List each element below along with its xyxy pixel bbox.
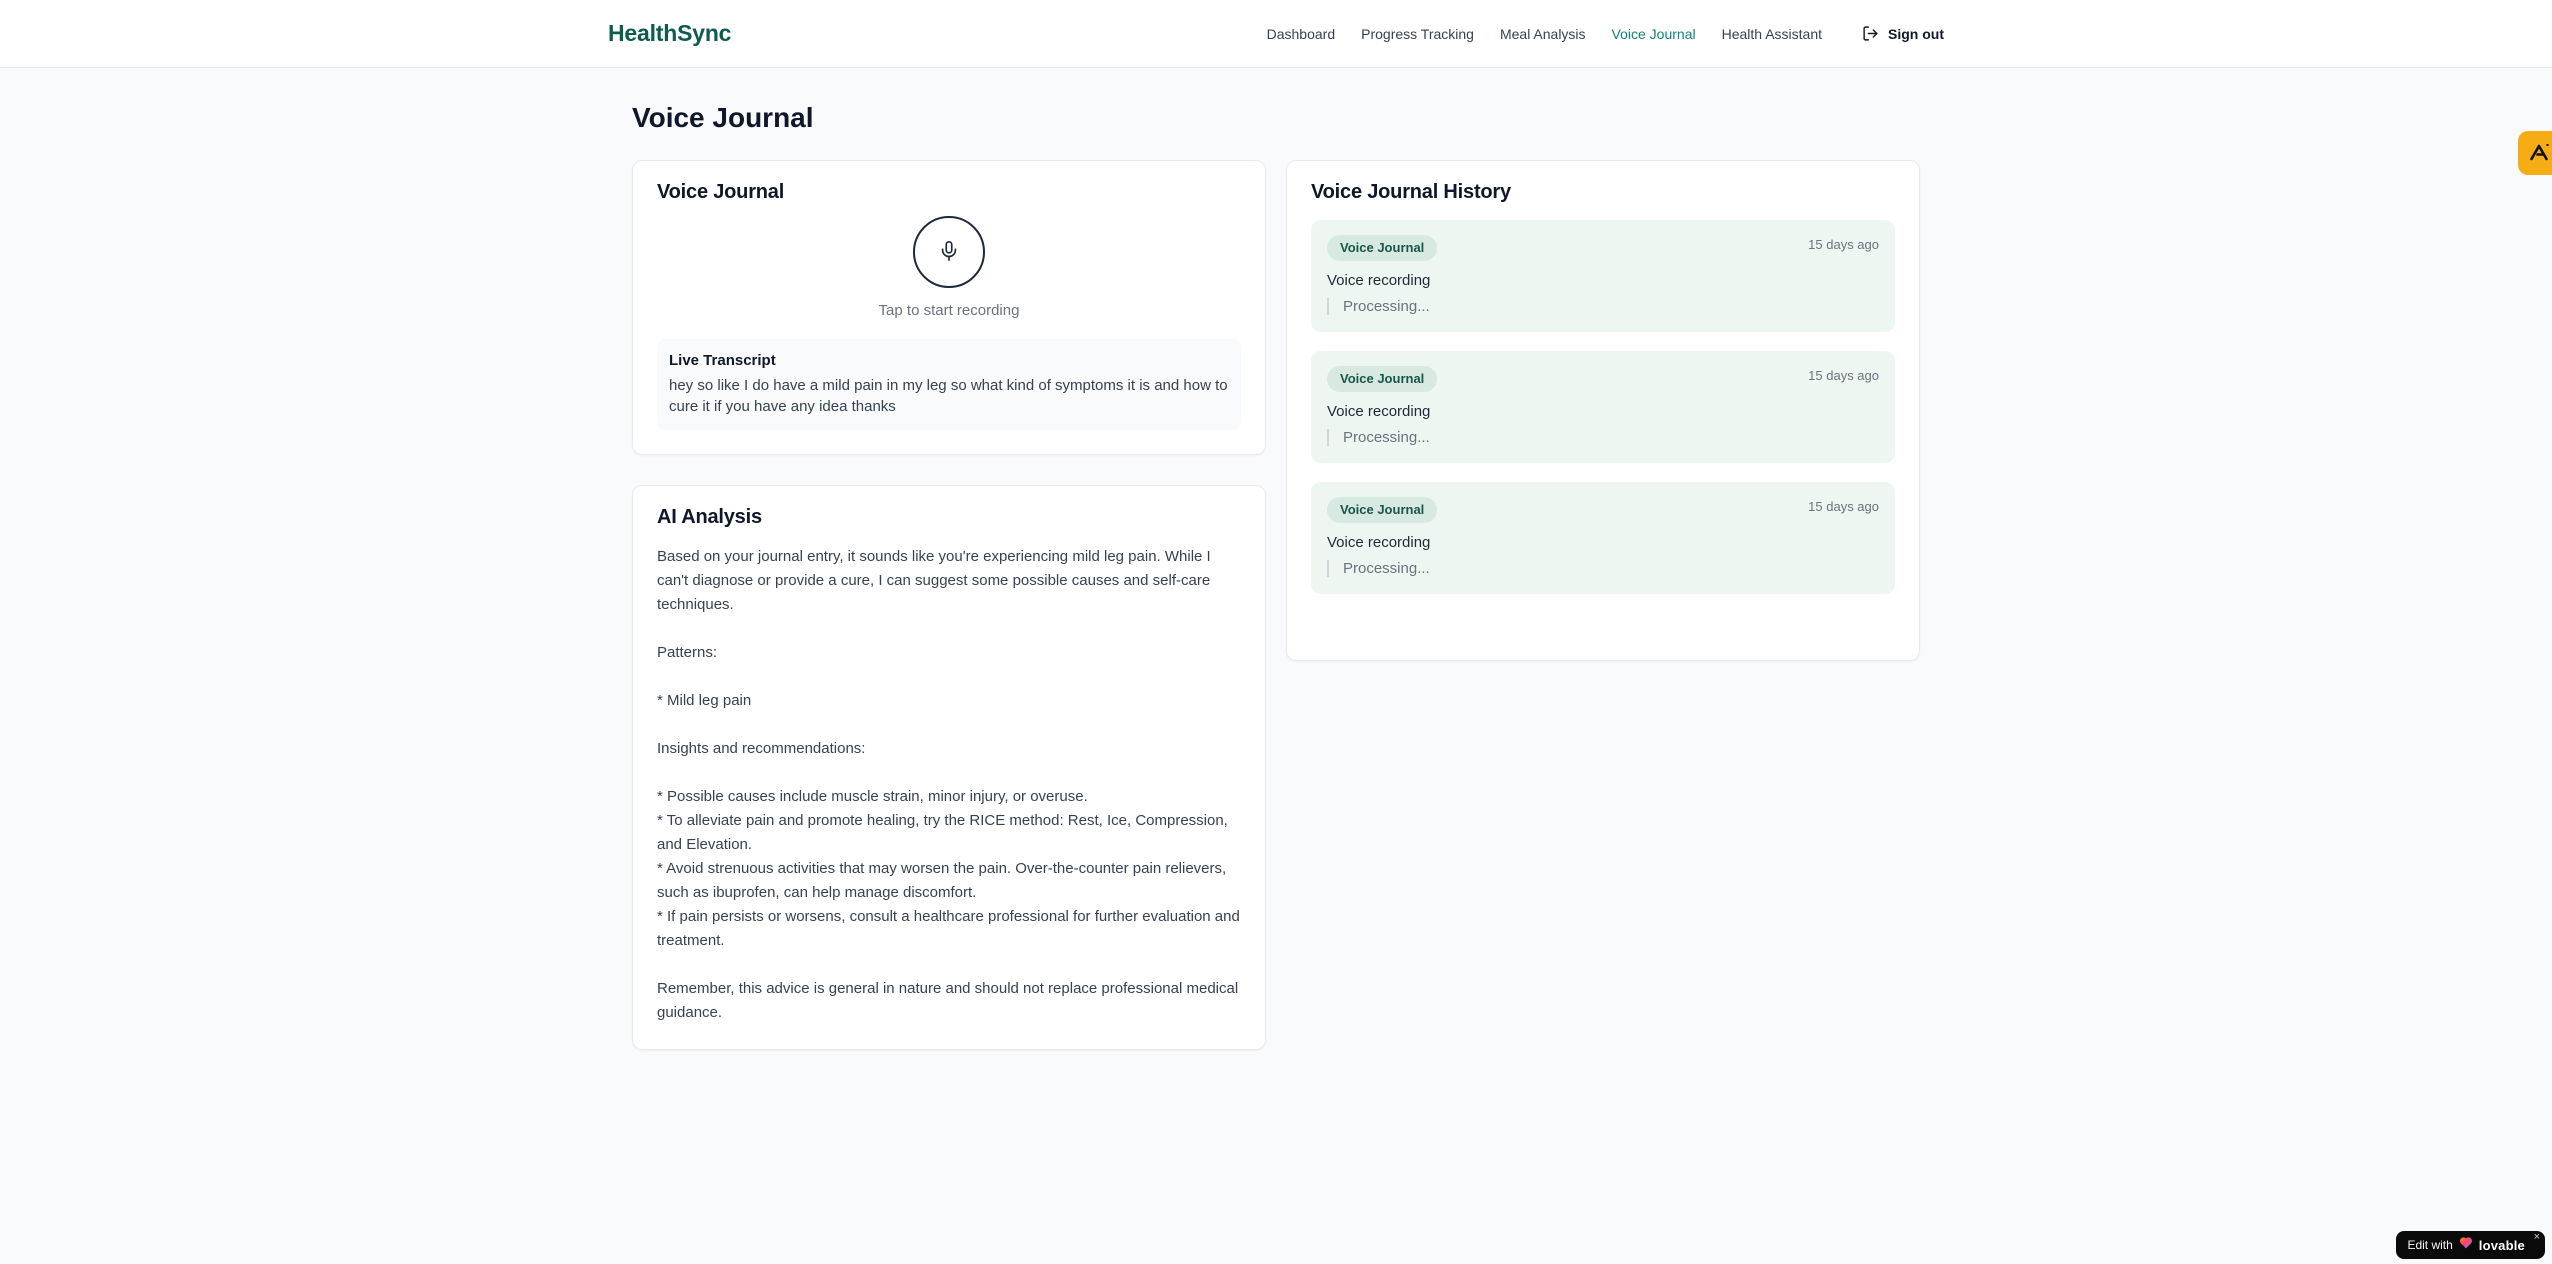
ai-analysis-card: AI Analysis Based on your journal entry,… — [632, 485, 1266, 1050]
nav-link-meal-analysis[interactable]: Meal Analysis — [1500, 26, 1586, 42]
entry-type-badge: Voice Journal — [1327, 497, 1438, 523]
entry-timestamp: 15 days ago — [1808, 237, 1879, 252]
lambda-logo-icon — [2527, 140, 2551, 167]
microphone-icon — [938, 240, 960, 265]
lovable-edit-badge[interactable]: Edit with lovable × — [2396, 1231, 2545, 1259]
page-title: Voice Journal — [632, 102, 814, 133]
lovable-edit-prefix: Edit with — [2407, 1238, 2453, 1252]
floating-assistant-widget-button[interactable] — [2518, 131, 2552, 175]
entry-timestamp: 15 days ago — [1808, 499, 1879, 514]
header-container: HealthSync Dashboard Progress Tracking M… — [600, 0, 1952, 67]
nav-link-progress-tracking[interactable]: Progress Tracking — [1361, 26, 1474, 42]
history-entry[interactable]: Voice Journal 15 days ago Voice recordin… — [1311, 220, 1895, 332]
recorder-controls: Tap to start recording — [657, 216, 1241, 319]
history-entry[interactable]: Voice Journal 15 days ago Voice recordin… — [1311, 351, 1895, 463]
record-hint-text: Tap to start recording — [878, 302, 1020, 319]
nav-link-voice-journal[interactable]: Voice Journal — [1612, 26, 1696, 42]
record-button[interactable] — [913, 216, 985, 288]
history-list: Voice Journal 15 days ago Voice recordin… — [1311, 220, 1895, 594]
close-icon[interactable]: × — [2534, 1232, 2540, 1243]
entry-description: Voice recording — [1327, 403, 1431, 420]
right-column: Voice Journal History Voice Journal 15 d… — [1286, 160, 1920, 661]
entry-description: Voice recording — [1327, 272, 1431, 289]
recorder-card-title: Voice Journal — [657, 181, 785, 203]
entry-description: Voice recording — [1327, 534, 1431, 551]
sign-out-button[interactable]: Sign out — [1862, 25, 1944, 42]
live-transcript-text: hey so like I do have a mild pain in my … — [669, 377, 1228, 415]
sign-out-label: Sign out — [1888, 25, 1944, 42]
ai-analysis-title: AI Analysis — [657, 506, 762, 528]
main-content: Voice Journal Voice Journal Tap to start… — [632, 68, 1920, 1050]
logout-icon — [1862, 25, 1879, 42]
entry-status: Processing... — [1327, 298, 1879, 315]
voice-recorder-card: Voice Journal Tap to start recording Liv… — [632, 160, 1266, 455]
content-grid: Voice Journal Tap to start recording Liv… — [632, 160, 1920, 1050]
app-logo[interactable]: HealthSync — [608, 20, 731, 47]
heart-icon — [2459, 1236, 2473, 1254]
top-header: HealthSync Dashboard Progress Tracking M… — [0, 0, 2552, 68]
ai-analysis-body: Based on your journal entry, it sounds l… — [657, 548, 1240, 1021]
history-card-title: Voice Journal History — [1311, 181, 1511, 203]
entry-timestamp: 15 days ago — [1808, 368, 1879, 383]
left-column: Voice Journal Tap to start recording Liv… — [632, 160, 1266, 1050]
entry-type-badge: Voice Journal — [1327, 366, 1438, 392]
live-transcript-title: Live Transcript — [669, 352, 776, 369]
entry-type-badge: Voice Journal — [1327, 235, 1438, 261]
main-nav: Dashboard Progress Tracking Meal Analysi… — [1267, 25, 1944, 42]
nav-link-dashboard[interactable]: Dashboard — [1267, 26, 1336, 42]
entry-status: Processing... — [1327, 429, 1879, 446]
lovable-brand-label: lovable — [2478, 1237, 2525, 1253]
history-card: Voice Journal History Voice Journal 15 d… — [1286, 160, 1920, 661]
entry-status: Processing... — [1327, 560, 1879, 577]
live-transcript-box: Live Transcript hey so like I do have a … — [657, 339, 1241, 430]
nav-link-health-assistant[interactable]: Health Assistant — [1722, 26, 1822, 42]
history-entry[interactable]: Voice Journal 15 days ago Voice recordin… — [1311, 482, 1895, 594]
